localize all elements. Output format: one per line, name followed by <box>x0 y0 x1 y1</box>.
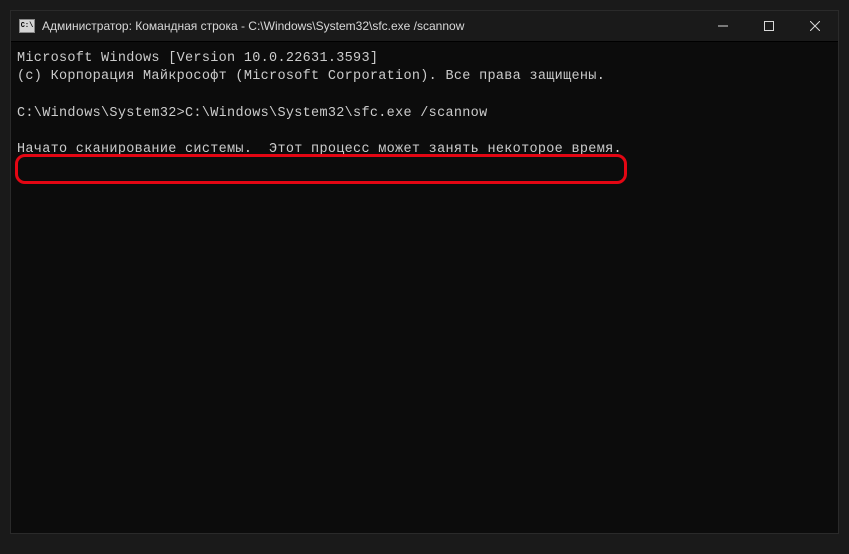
terminal-content[interactable]: Microsoft Windows [Version 10.0.22631.35… <box>11 42 838 533</box>
version-line: Microsoft Windows [Version 10.0.22631.35… <box>17 50 832 68</box>
maximize-icon <box>764 21 774 31</box>
titlebar: C:\ Администратор: Командная строка - C:… <box>11 11 838 42</box>
titlebar-controls <box>700 11 838 41</box>
window-title: Администратор: Командная строка - C:\Win… <box>42 19 464 33</box>
blank-line <box>17 86 832 104</box>
blank-line <box>17 123 832 141</box>
close-icon <box>810 21 820 31</box>
maximize-button[interactable] <box>746 11 792 41</box>
command-prompt-window: C:\ Администратор: Командная строка - C:… <box>10 10 839 534</box>
minimize-icon <box>718 21 728 31</box>
close-button[interactable] <box>792 11 838 41</box>
copyright-line: (c) Корпорация Майкрософт (Microsoft Cor… <box>17 68 832 86</box>
titlebar-left: C:\ Администратор: Командная строка - C:… <box>11 19 464 33</box>
output-line: Начато сканирование системы. Этот процес… <box>17 141 832 159</box>
command-line: C:\Windows\System32>C:\Windows\System32\… <box>17 105 832 123</box>
prompt: C:\Windows\System32> <box>17 106 185 121</box>
minimize-button[interactable] <box>700 11 746 41</box>
app-icon: C:\ <box>19 19 35 33</box>
command-text: C:\Windows\System32\sfc.exe /scannow <box>185 106 487 121</box>
